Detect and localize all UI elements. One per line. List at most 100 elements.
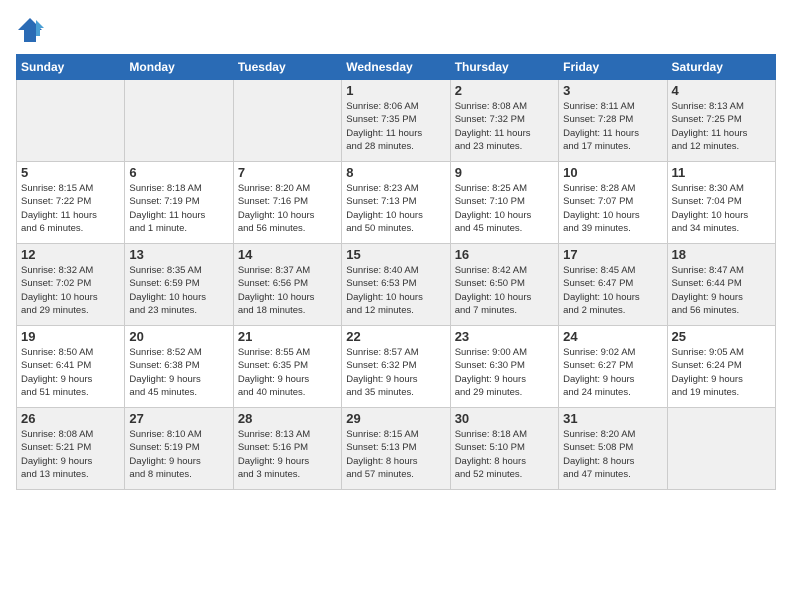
- calendar-cell: [125, 80, 233, 162]
- day-info: Sunrise: 8:13 AM Sunset: 7:25 PM Dayligh…: [672, 100, 771, 153]
- day-number: 31: [563, 411, 662, 426]
- calendar-week-row: 12 Sunrise: 8:32 AM Sunset: 7:02 PM Dayli…: [17, 244, 776, 326]
- day-info: Sunrise: 8:55 AM Sunset: 6:35 PM Dayligh…: [238, 346, 337, 399]
- calendar-cell: [667, 408, 775, 490]
- calendar-cell: 28 Sunrise: 8:13 AM Sunset: 5:16 PM Dayli…: [233, 408, 341, 490]
- day-number: 17: [563, 247, 662, 262]
- calendar-cell: 2 Sunrise: 8:08 AM Sunset: 7:32 PM Daylig…: [450, 80, 558, 162]
- weekday-header: Friday: [559, 55, 667, 80]
- day-info: Sunrise: 8:25 AM Sunset: 7:10 PM Dayligh…: [455, 182, 554, 235]
- calendar-cell: 24 Sunrise: 9:02 AM Sunset: 6:27 PM Dayli…: [559, 326, 667, 408]
- calendar-week-row: 1 Sunrise: 8:06 AM Sunset: 7:35 PM Daylig…: [17, 80, 776, 162]
- day-info: Sunrise: 8:15 AM Sunset: 7:22 PM Dayligh…: [21, 182, 120, 235]
- calendar-cell: 15 Sunrise: 8:40 AM Sunset: 6:53 PM Dayli…: [342, 244, 450, 326]
- day-number: 26: [21, 411, 120, 426]
- calendar-cell: 10 Sunrise: 8:28 AM Sunset: 7:07 PM Dayli…: [559, 162, 667, 244]
- calendar-cell: 6Sunrise: 8:18 AM Sunset: 7:19 PM Daylig…: [125, 162, 233, 244]
- day-number: 25: [672, 329, 771, 344]
- weekday-header: Tuesday: [233, 55, 341, 80]
- day-info: Sunrise: 8:18 AM Sunset: 5:10 PM Dayligh…: [455, 428, 554, 481]
- calendar-week-row: 19Sunrise: 8:50 AM Sunset: 6:41 PM Dayli…: [17, 326, 776, 408]
- day-info: Sunrise: 8:13 AM Sunset: 5:16 PM Dayligh…: [238, 428, 337, 481]
- day-number: 12: [21, 247, 120, 262]
- day-number: 11: [672, 165, 771, 180]
- day-info: Sunrise: 8:30 AM Sunset: 7:04 PM Dayligh…: [672, 182, 771, 235]
- calendar-cell: 13 Sunrise: 8:35 AM Sunset: 6:59 PM Dayli…: [125, 244, 233, 326]
- calendar-cell: 16Sunrise: 8:42 AM Sunset: 6:50 PM Dayli…: [450, 244, 558, 326]
- calendar-cell: 9 Sunrise: 8:25 AM Sunset: 7:10 PM Daylig…: [450, 162, 558, 244]
- calendar-cell: 20Sunrise: 8:52 AM Sunset: 6:38 PM Dayli…: [125, 326, 233, 408]
- day-number: 15: [346, 247, 445, 262]
- day-number: 4: [672, 83, 771, 98]
- day-info: Sunrise: 8:10 AM Sunset: 5:19 PM Dayligh…: [129, 428, 228, 481]
- day-number: 16: [455, 247, 554, 262]
- day-info: Sunrise: 8:35 AM Sunset: 6:59 PM Dayligh…: [129, 264, 228, 317]
- calendar-cell: 1 Sunrise: 8:06 AM Sunset: 7:35 PM Daylig…: [342, 80, 450, 162]
- day-number: 23: [455, 329, 554, 344]
- day-info: Sunrise: 8:57 AM Sunset: 6:32 PM Dayligh…: [346, 346, 445, 399]
- calendar-cell: 29 Sunrise: 8:15 AM Sunset: 5:13 PM Dayli…: [342, 408, 450, 490]
- day-info: Sunrise: 8:23 AM Sunset: 7:13 PM Dayligh…: [346, 182, 445, 235]
- day-number: 27: [129, 411, 228, 426]
- calendar-cell: 22 Sunrise: 8:57 AM Sunset: 6:32 PM Dayli…: [342, 326, 450, 408]
- day-info: Sunrise: 8:52 AM Sunset: 6:38 PM Dayligh…: [129, 346, 228, 399]
- calendar-cell: [233, 80, 341, 162]
- day-number: 30: [455, 411, 554, 426]
- day-number: 2: [455, 83, 554, 98]
- weekday-header: Wednesday: [342, 55, 450, 80]
- weekday-header: Thursday: [450, 55, 558, 80]
- calendar-cell: 23 Sunrise: 9:00 AM Sunset: 6:30 PM Dayli…: [450, 326, 558, 408]
- calendar-cell: 25 Sunrise: 9:05 AM Sunset: 6:24 PM Dayli…: [667, 326, 775, 408]
- weekday-header: Saturday: [667, 55, 775, 80]
- day-info: Sunrise: 8:47 AM Sunset: 6:44 PM Dayligh…: [672, 264, 771, 317]
- day-info: Sunrise: 9:05 AM Sunset: 6:24 PM Dayligh…: [672, 346, 771, 399]
- calendar-cell: 14Sunrise: 8:37 AM Sunset: 6:56 PM Dayli…: [233, 244, 341, 326]
- day-number: 29: [346, 411, 445, 426]
- day-info: Sunrise: 8:06 AM Sunset: 7:35 PM Dayligh…: [346, 100, 445, 153]
- day-number: 22: [346, 329, 445, 344]
- calendar-cell: 19Sunrise: 8:50 AM Sunset: 6:41 PM Dayli…: [17, 326, 125, 408]
- calendar-cell: 11 Sunrise: 8:30 AM Sunset: 7:04 PM Dayli…: [667, 162, 775, 244]
- day-number: 7: [238, 165, 337, 180]
- day-info: Sunrise: 8:32 AM Sunset: 7:02 PM Dayligh…: [21, 264, 120, 317]
- day-number: 1: [346, 83, 445, 98]
- day-number: 13: [129, 247, 228, 262]
- calendar-week-row: 26 Sunrise: 8:08 AM Sunset: 5:21 PM Dayli…: [17, 408, 776, 490]
- day-number: 8: [346, 165, 445, 180]
- day-info: Sunrise: 8:28 AM Sunset: 7:07 PM Dayligh…: [563, 182, 662, 235]
- calendar-cell: 4 Sunrise: 8:13 AM Sunset: 7:25 PM Daylig…: [667, 80, 775, 162]
- day-number: 18: [672, 247, 771, 262]
- calendar-cell: 17Sunrise: 8:45 AM Sunset: 6:47 PM Dayli…: [559, 244, 667, 326]
- day-info: Sunrise: 8:15 AM Sunset: 5:13 PM Dayligh…: [346, 428, 445, 481]
- day-number: 9: [455, 165, 554, 180]
- day-number: 21: [238, 329, 337, 344]
- calendar-cell: 12 Sunrise: 8:32 AM Sunset: 7:02 PM Dayli…: [17, 244, 125, 326]
- day-number: 24: [563, 329, 662, 344]
- calendar-week-row: 5 Sunrise: 8:15 AM Sunset: 7:22 PM Daylig…: [17, 162, 776, 244]
- weekday-header: Monday: [125, 55, 233, 80]
- day-number: 3: [563, 83, 662, 98]
- logo: [16, 16, 48, 44]
- weekday-header: Sunday: [17, 55, 125, 80]
- calendar-cell: 3Sunrise: 8:11 AM Sunset: 7:28 PM Daylig…: [559, 80, 667, 162]
- day-info: Sunrise: 8:40 AM Sunset: 6:53 PM Dayligh…: [346, 264, 445, 317]
- day-number: 14: [238, 247, 337, 262]
- day-info: Sunrise: 9:02 AM Sunset: 6:27 PM Dayligh…: [563, 346, 662, 399]
- day-number: 5: [21, 165, 120, 180]
- calendar-cell: 27 Sunrise: 8:10 AM Sunset: 5:19 PM Dayli…: [125, 408, 233, 490]
- day-info: Sunrise: 8:20 AM Sunset: 7:16 PM Dayligh…: [238, 182, 337, 235]
- calendar-cell: 18 Sunrise: 8:47 AM Sunset: 6:44 PM Dayli…: [667, 244, 775, 326]
- day-info: Sunrise: 8:08 AM Sunset: 5:21 PM Dayligh…: [21, 428, 120, 481]
- day-number: 28: [238, 411, 337, 426]
- calendar-cell: 7 Sunrise: 8:20 AM Sunset: 7:16 PM Daylig…: [233, 162, 341, 244]
- logo-icon: [16, 16, 44, 44]
- day-info: Sunrise: 9:00 AM Sunset: 6:30 PM Dayligh…: [455, 346, 554, 399]
- calendar-cell: [17, 80, 125, 162]
- day-number: 10: [563, 165, 662, 180]
- calendar-cell: 8 Sunrise: 8:23 AM Sunset: 7:13 PM Daylig…: [342, 162, 450, 244]
- calendar-cell: 5 Sunrise: 8:15 AM Sunset: 7:22 PM Daylig…: [17, 162, 125, 244]
- calendar-cell: 26 Sunrise: 8:08 AM Sunset: 5:21 PM Dayli…: [17, 408, 125, 490]
- day-info: Sunrise: 8:50 AM Sunset: 6:41 PM Dayligh…: [21, 346, 120, 399]
- day-info: Sunrise: 8:08 AM Sunset: 7:32 PM Dayligh…: [455, 100, 554, 153]
- header: [16, 16, 776, 44]
